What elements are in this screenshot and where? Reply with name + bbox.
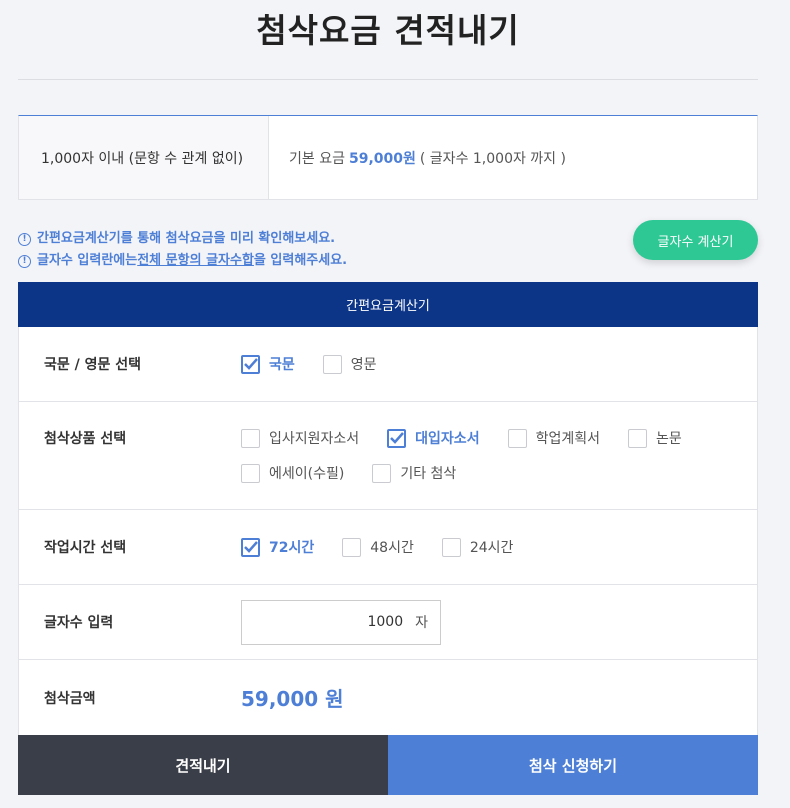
char-count-value: 1000 (367, 614, 404, 630)
char-count-label: 글자수 입력 (44, 615, 114, 631)
char-count-field-wrap: 1000 자 (241, 585, 757, 659)
notice-text-2-underline: 전체 문항의 글자수합 (137, 253, 254, 268)
option-48h[interactable]: 48시간 (342, 530, 414, 565)
option-english[interactable]: 영문 (322, 347, 377, 382)
price-value: 기본 요금 59,000원 ( 글자수 1,000자 까지 ) (269, 116, 566, 199)
checkbox-icon[interactable] (241, 463, 260, 483)
option-label: 대입자소서 (415, 431, 480, 447)
option-study-plan[interactable]: 학업계획서 (507, 421, 600, 456)
calculator-header: 간편요금계산기 (18, 282, 758, 327)
time-options: 72시간 48시간 24시간 (241, 510, 757, 584)
option-thesis[interactable]: 논문 (627, 421, 682, 456)
price-label: 1,000자 이내 (문항 수 관계 없이) (19, 116, 269, 199)
option-label: 기타 첨삭 (400, 466, 457, 482)
checkbox-icon[interactable] (627, 428, 647, 448)
option-label: 학업계획서 (535, 431, 600, 447)
option-job-application[interactable]: 입사지원자소서 (241, 421, 359, 456)
calculator-body: 국문 / 영문 선택 국문 영문 첨삭상품 선택 입사지원자소서 대입자소서 학… (18, 327, 758, 735)
notice-text-2a: 글자수 입력란에는 (37, 253, 138, 268)
checkbox-icon[interactable] (241, 537, 260, 557)
option-label: 24시간 (469, 540, 514, 556)
option-label: 입사지원자소서 (269, 431, 360, 447)
option-korean[interactable]: 국문 (241, 347, 295, 382)
language-row: 국문 / 영문 선택 국문 영문 (19, 327, 757, 402)
language-options: 국문 영문 (241, 327, 757, 401)
price-prefix: 기본 요금 (289, 150, 345, 167)
option-label: 48시간 (370, 540, 414, 556)
info-icon: ! (18, 232, 31, 246)
option-college-essay[interactable]: 대입자소서 (387, 421, 480, 456)
total-value-wrap: 59,000 원 (241, 660, 757, 735)
apply-button[interactable]: 첨삭 신청하기 (388, 735, 758, 795)
notice-block: ! 간편요금계산기를 통해 첨삭요금을 미리 확인해보세요. ! 글자수 입력란… (18, 228, 347, 272)
price-suffix: ( 글자수 1,000자 까지 ) (419, 150, 566, 167)
product-options: 입사지원자소서 대입자소서 학업계획서 논문 에세이(수필) 기타 첨삭 (241, 402, 757, 509)
option-label: 국문 (269, 357, 295, 373)
char-counter-button[interactable]: 글자수 계산기 (633, 220, 758, 260)
option-other[interactable]: 기타 첨삭 (372, 456, 456, 491)
time-row: 작업시간 선택 72시간 48시간 24시간 (19, 510, 757, 585)
price-amount: 59,000원 (348, 150, 416, 167)
checkbox-icon[interactable] (441, 537, 461, 557)
total-label: 첨삭금액 (44, 690, 96, 707)
base-price-table: 1,000자 이내 (문항 수 관계 없이) 기본 요금 59,000원 ( 글… (18, 115, 758, 200)
page-title: 첨삭요금 견적내기 (256, 11, 520, 50)
option-label: 영문 (350, 357, 377, 373)
checkbox-icon[interactable] (387, 428, 407, 448)
option-label: 논문 (655, 431, 682, 447)
option-24h[interactable]: 24시간 (441, 530, 514, 565)
notice-text-2b: 을 입력해주세요. (253, 253, 348, 268)
option-label: 72시간 (269, 540, 315, 556)
estimate-button[interactable]: 견적내기 (18, 735, 388, 795)
notice-line-2: ! 글자수 입력란에는 전체 문항의 글자수합 을 입력해주세요. (18, 250, 347, 272)
checkbox-icon[interactable] (507, 428, 527, 448)
total-row: 첨삭금액 59,000 원 (19, 660, 757, 735)
total-amount: 59,000 원 (241, 687, 344, 711)
product-label: 첨삭상품 선택 (44, 431, 127, 447)
checkbox-icon[interactable] (241, 428, 260, 448)
title-divider (18, 79, 758, 80)
char-count-row: 글자수 입력 1000 자 (19, 585, 757, 660)
notice-text-1: 간편요금계산기를 통해 첨삭요금을 미리 확인해보세요. (37, 231, 336, 246)
time-label: 작업시간 선택 (44, 540, 127, 556)
footer-buttons: 견적내기 첨삭 신청하기 (18, 735, 758, 795)
checkbox-icon[interactable] (372, 463, 392, 483)
char-count-input[interactable]: 1000 자 (241, 599, 441, 645)
product-row: 첨삭상품 선택 입사지원자소서 대입자소서 학업계획서 논문 에세이(수필) 기… (19, 402, 757, 510)
checkbox-icon[interactable] (342, 537, 362, 557)
checkbox-icon[interactable] (241, 354, 260, 374)
info-icon: ! (18, 254, 31, 268)
char-count-unit: 자 (415, 615, 428, 631)
option-label: 에세이(수필) (269, 466, 345, 482)
option-72h[interactable]: 72시간 (241, 530, 314, 565)
checkbox-icon[interactable] (322, 354, 342, 374)
language-label: 국문 / 영문 선택 (44, 357, 142, 373)
notice-line-1: ! 간편요금계산기를 통해 첨삭요금을 미리 확인해보세요. (18, 228, 347, 250)
option-essay[interactable]: 에세이(수필) (241, 456, 344, 491)
